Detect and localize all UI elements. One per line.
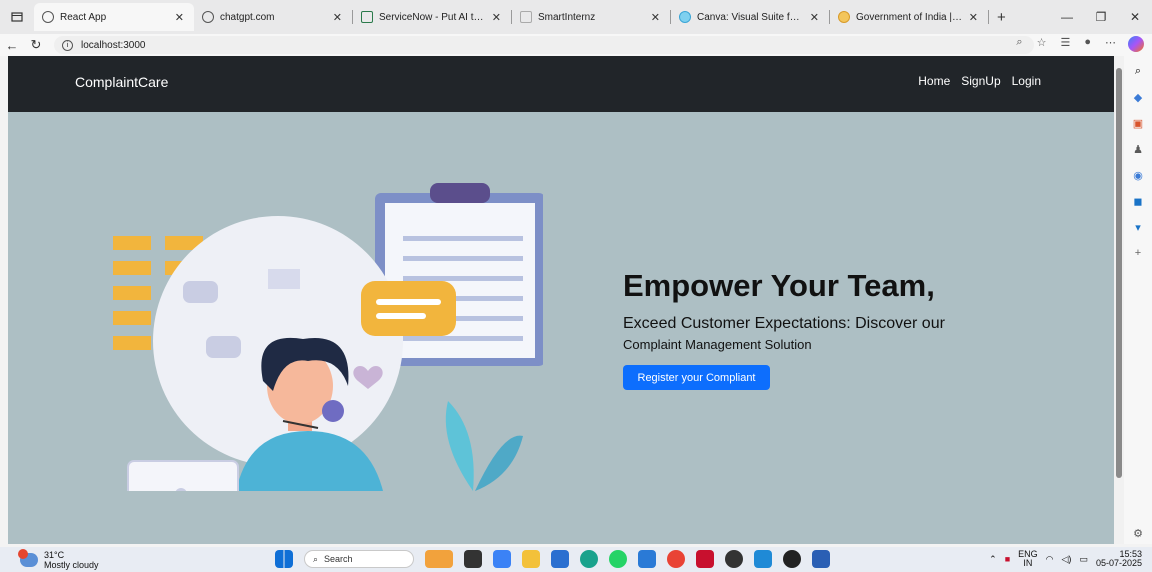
close-icon[interactable]: ✕	[492, 11, 501, 24]
mcafee-icon[interactable]	[696, 550, 714, 568]
battery-icon[interactable]: ▭	[1079, 554, 1088, 564]
favorite-icon[interactable]: ☆	[1037, 36, 1047, 49]
tab-react-app[interactable]: React App ✕	[34, 3, 194, 31]
outlook-icon[interactable]: ◼	[1131, 194, 1145, 208]
tab-actions-icon[interactable]	[0, 0, 34, 34]
language-indicator[interactable]: ENG IN	[1018, 550, 1038, 568]
windows-start-icon[interactable]	[275, 550, 293, 568]
system-tray: ⌃ ■ ENG IN ◠ ◁) ▭ 15:53 05-07-2025	[989, 550, 1142, 568]
minimize-icon[interactable]: —	[1050, 0, 1084, 34]
profile-icon[interactable]: ●	[1084, 36, 1091, 49]
volume-icon[interactable]: ◁)	[1062, 554, 1072, 564]
tray-app-icon[interactable]: ■	[1005, 554, 1010, 564]
tab-smartinternz[interactable]: SmartInternz ✕	[512, 3, 670, 31]
whatsapp-icon[interactable]	[609, 550, 627, 568]
window-controls: — ❐ ✕	[1050, 0, 1152, 34]
weather-widget[interactable]: 31°C Mostly cloudy	[18, 549, 99, 570]
navbar: ComplaintCare Home SignUp Login	[8, 56, 1114, 112]
task-view-icon[interactable]	[464, 550, 482, 568]
people-icon[interactable]: ♟	[1131, 142, 1145, 156]
vscode-icon[interactable]	[754, 550, 772, 568]
close-icon[interactable]: ✕	[333, 11, 342, 24]
hero-subtitle: Exceed Customer Expectations: Discover o…	[623, 315, 945, 332]
nav-login-link[interactable]: Login	[1012, 74, 1041, 88]
chevron-up-icon[interactable]: ⌃	[989, 554, 997, 564]
emblem-icon	[838, 11, 850, 23]
read-aloud-icon[interactable]: ⌕	[1016, 36, 1022, 49]
hero-title: Empower Your Team,	[623, 268, 935, 303]
wifi-icon[interactable]: ◠	[1046, 554, 1054, 564]
cycle-icon[interactable]	[425, 550, 453, 568]
settings-icon[interactable]: ⚙	[1131, 526, 1145, 540]
envelope-icon	[268, 269, 300, 289]
file-explorer-icon[interactable]	[522, 550, 540, 568]
address-actions: ⌕ ☆ ☰ ● ⋯	[1016, 36, 1116, 49]
tab-canva[interactable]: Canva: Visual Suite for Every ✕	[671, 3, 829, 31]
taskbar-search[interactable]: ⌕ Search	[304, 550, 414, 568]
favorites-bar-icon[interactable]: ☰	[1060, 36, 1070, 49]
refresh-icon[interactable]: ↻	[24, 37, 48, 53]
brand-logo[interactable]: ComplaintCare	[75, 74, 168, 90]
laptop-icon	[127, 460, 239, 491]
toolbox-icon[interactable]: ▣	[1131, 116, 1145, 130]
plant-pot	[445, 401, 523, 491]
close-icon[interactable]: ✕	[810, 11, 819, 24]
tab-servicenow[interactable]: ServiceNow - Put AI to Work ✕	[353, 3, 511, 31]
clock[interactable]: 15:53 05-07-2025	[1096, 550, 1142, 568]
url-field[interactable]: i localhost:3000	[54, 36, 1034, 54]
close-icon[interactable]: ✕	[175, 11, 184, 24]
nav-signup-link[interactable]: SignUp	[961, 74, 1000, 88]
tag-icon[interactable]: ◆	[1131, 90, 1145, 104]
app-icon[interactable]	[638, 550, 656, 568]
close-icon[interactable]: ✕	[651, 11, 660, 24]
copilot-icon[interactable]	[1128, 36, 1144, 52]
register-complaint-button[interactable]: Register your Compliant	[623, 365, 770, 390]
new-tab-icon[interactable]: +	[997, 9, 1006, 26]
word-icon[interactable]	[812, 550, 830, 568]
chatgpt-icon	[202, 11, 214, 23]
search-icon: ⌕	[313, 553, 319, 564]
windows-taskbar: 31°C Mostly cloudy ⌕ Search ⌃ ■ ENG IN ◠…	[0, 547, 1152, 572]
servicenow-icon	[361, 11, 373, 23]
hero-subtitle-second-line: Complaint Management Solution	[623, 337, 812, 352]
taskbar-apps: ⌕ Search	[275, 550, 830, 568]
chrome-alt-icon[interactable]	[725, 550, 743, 568]
nav-home-link[interactable]: Home	[918, 74, 950, 88]
close-icon[interactable]: ✕	[969, 11, 978, 24]
store-icon[interactable]	[551, 550, 569, 568]
more-menu-icon[interactable]: ⋯	[1105, 36, 1116, 49]
restore-icon[interactable]: ❐	[1084, 0, 1118, 34]
close-window-icon[interactable]: ✕	[1118, 0, 1152, 34]
weather-icon	[18, 549, 38, 567]
page-icon	[520, 11, 532, 23]
info-icon: i	[62, 39, 73, 51]
address-bar: ← ↻ i localhost:3000 ⌕ ☆ ☰ ● ⋯	[0, 34, 1152, 56]
office-icon[interactable]: ◉	[1131, 168, 1145, 182]
drop-icon[interactable]: ▾	[1131, 220, 1145, 234]
edge-sidebar: ⌕ ◆ ▣ ♟ ◉ ◼ ▾ + ⚙	[1124, 56, 1152, 544]
page-viewport: ComplaintCare Home SignUp Login Empower …	[8, 56, 1114, 544]
speech-bubble-icon	[206, 336, 241, 358]
chat-bubble-icon	[361, 281, 456, 336]
add-icon[interactable]: +	[1131, 246, 1145, 260]
back-icon[interactable]: ←	[0, 38, 24, 53]
speech-bubble-icon	[183, 281, 218, 303]
search-icon[interactable]: ⌕	[1131, 64, 1145, 78]
tab-government[interactable]: Government of India | All Ind ✕	[830, 3, 988, 31]
canva-icon	[679, 11, 691, 23]
ollama-icon[interactable]	[783, 550, 801, 568]
chrome-icon[interactable]	[667, 550, 685, 568]
support-agent-illustration	[113, 183, 543, 491]
globe-icon	[42, 11, 54, 23]
edge-icon[interactable]	[580, 550, 598, 568]
tab-chatgpt[interactable]: chatgpt.com ✕	[194, 3, 352, 31]
scrollbar-thumb[interactable]	[1116, 68, 1122, 478]
browser-tab-bar: React App ✕ chatgpt.com ✕ ServiceNow - P…	[0, 0, 1152, 34]
tab-separator	[988, 10, 989, 24]
nav-links: Home SignUp Login	[918, 74, 1041, 88]
page-scrollbar[interactable]	[1114, 56, 1124, 544]
copilot-app-icon[interactable]	[493, 550, 511, 568]
